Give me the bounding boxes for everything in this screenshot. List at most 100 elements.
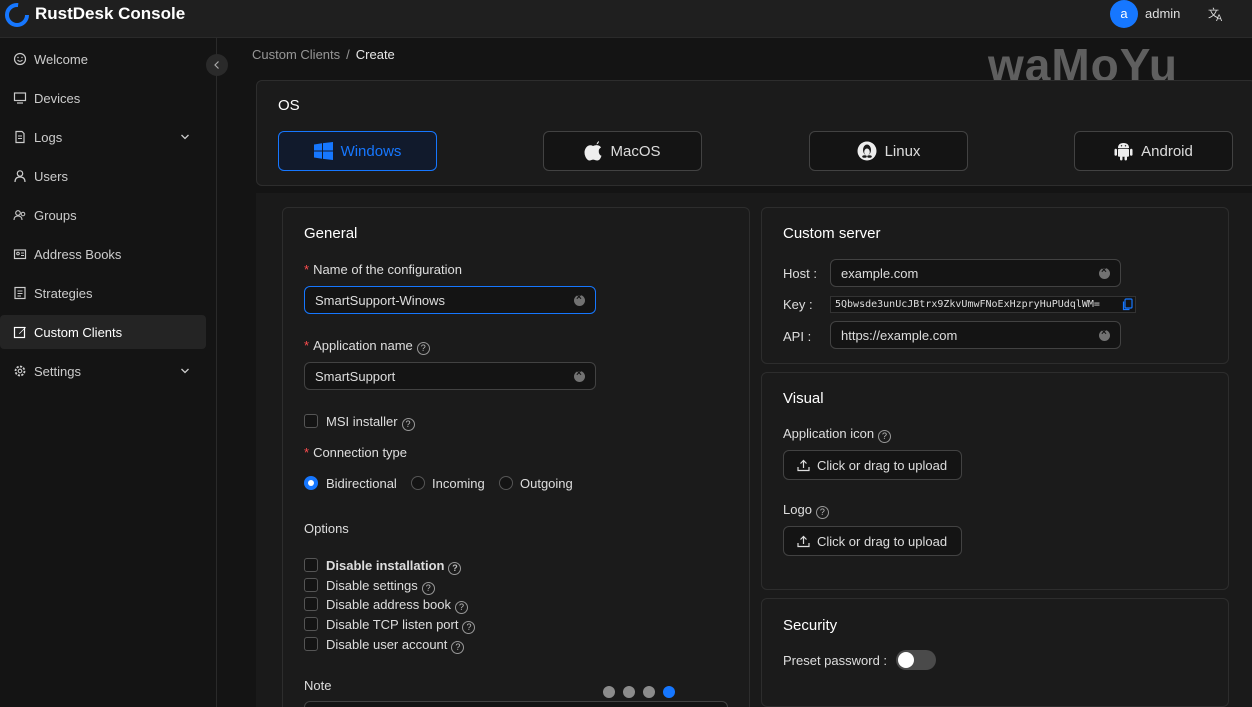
carousel-dot-active[interactable]	[663, 686, 675, 698]
config-name-value: SmartSupport-Winows	[315, 292, 446, 308]
edit-icon	[13, 326, 26, 339]
required-mark: *	[304, 262, 310, 277]
os-android-button[interactable]: Android	[1074, 131, 1233, 171]
custom-server-title: Custom server	[783, 225, 881, 242]
sidebar-item-address-books[interactable]: Address Books	[0, 237, 206, 271]
options-label: Options	[304, 521, 349, 536]
copy-icon[interactable]	[1122, 298, 1133, 311]
chevron-down-icon	[181, 368, 189, 374]
carousel-dot[interactable]	[623, 686, 635, 698]
app-title: RustDesk Console	[35, 4, 186, 23]
sidebar-item-custom-clients[interactable]: Custom Clients	[0, 315, 206, 349]
radio-outgoing[interactable]	[499, 476, 513, 490]
connection-type-label: * Connection type	[304, 445, 407, 460]
api-input[interactable]: https://example.com	[830, 321, 1121, 349]
question-circle-icon[interactable]: ?	[455, 601, 469, 614]
username[interactable]: admin	[1145, 6, 1180, 21]
key-label: Key :	[783, 297, 813, 312]
api-label: API :	[783, 329, 812, 344]
svg-text:A: A	[1216, 14, 1223, 22]
os-linux-button[interactable]: Linux	[809, 131, 968, 171]
disable-settings-checkbox[interactable]	[304, 578, 318, 592]
upload-label: Click or drag to upload	[817, 457, 948, 473]
sidebar-item-welcome[interactable]: Welcome	[0, 42, 206, 76]
app-name-value: SmartSupport	[315, 368, 396, 384]
visual-card	[761, 372, 1229, 590]
carousel-dot[interactable]	[603, 686, 615, 698]
note-textarea[interactable]	[304, 701, 728, 707]
sidebar-item-label: Custom Clients	[34, 324, 123, 340]
disable-user-account-checkbox[interactable]	[304, 637, 318, 651]
os-windows-button[interactable]: Windows	[278, 131, 437, 171]
radio-bidirectional[interactable]	[304, 476, 318, 490]
sidebar-item-users[interactable]: Users	[0, 159, 206, 193]
top-bar: RustDesk Console a admin 文 A	[0, 0, 1252, 38]
question-circle-icon[interactable]: ?	[451, 641, 465, 654]
question-circle-icon[interactable]: ?	[815, 506, 829, 519]
upload-icon	[797, 535, 810, 547]
app-name-input[interactable]: SmartSupport	[304, 362, 596, 390]
disable-user-account-label: Disable user account?	[326, 637, 465, 654]
clear-icon[interactable]	[574, 292, 585, 306]
disable-tcp-listen-port-checkbox[interactable]	[304, 617, 318, 631]
logo-label-text: Logo	[783, 502, 812, 517]
sidebar-item-label: Welcome	[34, 51, 88, 67]
sidebar-item-groups[interactable]: Groups	[0, 198, 206, 232]
key-input[interactable]: 5Qbwsde3unUcJBtrx9ZkvUmwFNoExHzpryHuPUdq…	[830, 296, 1136, 313]
disable-installation-checkbox[interactable]	[304, 558, 318, 572]
sidebar-collapse-button[interactable]	[206, 54, 228, 76]
carousel-dot[interactable]	[643, 686, 655, 698]
api-value: https://example.com	[841, 327, 958, 343]
sidebar-item-label: Logs	[34, 129, 63, 145]
translate-icon[interactable]: 文 A	[1208, 5, 1225, 22]
preset-password-label: Preset password :	[783, 653, 888, 668]
sidebar-item-strategies[interactable]: Strategies	[0, 276, 206, 310]
sidebar-item-logs[interactable]: Logs	[0, 120, 206, 154]
disable-settings-label: Disable settings?	[326, 578, 435, 595]
disable-tcp-listen-port-text: Disable TCP listen port	[326, 617, 459, 632]
config-name-input[interactable]: SmartSupport-Winows	[304, 286, 596, 314]
sidebar: Welcome Devices Logs Users Groups Addres…	[0, 38, 217, 707]
os-title: OS	[278, 97, 300, 114]
app-name-label: * Application name?	[304, 338, 430, 355]
upload-logo-button[interactable]: Click or drag to upload	[783, 526, 962, 556]
avatar[interactable]: a	[1110, 0, 1138, 28]
upload-app-icon-button[interactable]: Click or drag to upload	[783, 450, 962, 480]
sidebar-item-settings[interactable]: Settings	[0, 354, 206, 388]
file-icon	[15, 130, 25, 144]
connection-type-label-text: Connection type	[313, 445, 408, 460]
note-label: Note	[304, 678, 332, 693]
clear-icon[interactable]	[1099, 327, 1110, 341]
question-circle-icon[interactable]: ?	[401, 418, 415, 431]
os-macos-button[interactable]: MacOS	[543, 131, 702, 171]
rustdesk-logo-icon	[5, 3, 29, 27]
sidebar-item-devices[interactable]: Devices	[0, 81, 206, 115]
host-input[interactable]: example.com	[830, 259, 1121, 287]
radio-bidirectional-label[interactable]: Bidirectional	[326, 476, 397, 491]
sidebar-item-label: Devices	[34, 90, 81, 106]
question-circle-icon[interactable]: ?	[416, 342, 430, 355]
logo-label: Logo?	[783, 502, 829, 519]
disable-address-book-checkbox[interactable]	[304, 597, 318, 611]
radio-incoming[interactable]	[411, 476, 425, 490]
disable-user-account-text: Disable user account	[326, 637, 448, 652]
sidebar-item-label: Address Books	[34, 246, 122, 262]
question-circle-icon[interactable]: ?	[878, 430, 892, 443]
radio-outgoing-label[interactable]: Outgoing	[520, 476, 573, 491]
chevron-down-icon	[181, 134, 189, 140]
security-title: Security	[783, 617, 838, 634]
question-circle-icon[interactable]: ?	[462, 621, 476, 634]
sidebar-item-label: Groups	[34, 207, 77, 223]
msi-installer-checkbox[interactable]	[304, 414, 318, 428]
radio-incoming-label[interactable]: Incoming	[432, 476, 485, 491]
upload-label: Click or drag to upload	[817, 533, 948, 549]
host-label: Host :	[783, 266, 817, 281]
breadcrumb-parent-link[interactable]: Custom Clients	[252, 47, 340, 62]
preset-password-toggle[interactable]	[896, 650, 936, 670]
config-name-label: * Name of the configuration	[304, 262, 462, 277]
clear-icon[interactable]	[1099, 265, 1110, 279]
clear-icon[interactable]	[574, 368, 585, 382]
question-circle-icon[interactable]: ?	[421, 582, 435, 595]
visual-title: Visual	[783, 390, 824, 407]
question-circle-icon[interactable]: ?	[448, 562, 462, 575]
